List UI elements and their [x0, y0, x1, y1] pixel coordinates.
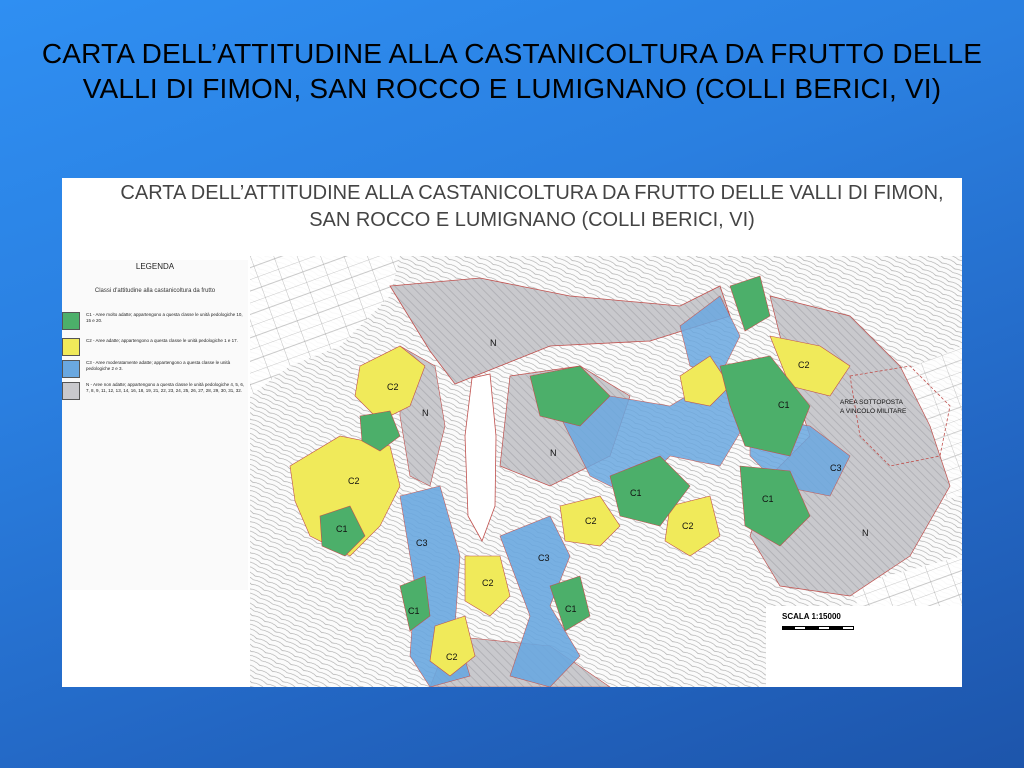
zone-label-n: N — [550, 448, 557, 458]
legend-subtitle: Classi d'attitudine alla castanicoltura … — [94, 288, 216, 294]
legend-swatch-c3 — [62, 360, 80, 378]
zone-label-c1: C1 — [336, 524, 348, 534]
legend-title: LEGENDA — [135, 262, 175, 271]
zone-label-c1: C1 — [565, 604, 577, 614]
zone-label-c2: C2 — [798, 360, 810, 370]
zone-label-c3: C3 — [416, 538, 428, 548]
zone-label-c2: C2 — [387, 382, 399, 392]
map-heading-line-2: SAN ROCCO E LUMIGNANO (COLLI BERICI, VI) — [309, 209, 755, 231]
zone-label-c2: C2 — [682, 521, 694, 531]
legend: LEGENDA Classi d'attitudine alla castani… — [62, 260, 248, 590]
zone-label-n: N — [490, 338, 497, 348]
legend-item-c1: C1 - Aree molto adatte; appartengono a q… — [62, 312, 248, 332]
zone-label-c1: C1 — [778, 400, 790, 410]
zone-label-c1: C1 — [762, 494, 774, 504]
map-heading-line-1: CARTA DELL’ATTITUDINE ALLA CASTANICOLTUR… — [120, 182, 944, 204]
legend-text-c1: C1 - Aree molto adatte; appartengono a q… — [86, 312, 243, 323]
zone-label-c3: C3 — [538, 553, 550, 563]
slide-title: CARTA DELL’ATTITUDINE ALLA CASTANICOLTUR… — [41, 38, 983, 104]
map-heading: CARTA DELL’ATTITUDINE ALLA CASTANICOLTUR… — [102, 180, 962, 234]
valley-floor — [464, 373, 497, 542]
legend-swatch-c2 — [62, 338, 80, 356]
zone-label-c1: C1 — [630, 488, 642, 498]
legend-swatch-c1 — [62, 312, 80, 330]
legend-item-c2: C2 - Aree adatte; appartengono a questa … — [62, 338, 248, 358]
map-figure: CARTA DELL’ATTITUDINE ALLA CASTANICOLTUR… — [62, 178, 962, 687]
military-area-label-line-1: AREA SOTTOPOSTA — [840, 399, 904, 406]
scale-bar — [782, 626, 854, 630]
legend-swatch-n — [62, 382, 80, 400]
legend-text-c3: C3 - Aree moderatamente adatte; apparten… — [86, 360, 231, 371]
legend-item-c3: C3 - Aree moderatamente adatte; apparten… — [62, 360, 248, 380]
legend-text-n: N - Aree non adatte; appartengono a ques… — [86, 382, 245, 393]
legend-text-c2: C2 - Aree adatte; appartengono a questa … — [86, 338, 238, 343]
scale-box: SCALA 1:15000 — [766, 606, 962, 687]
zone-label-n: N — [422, 408, 429, 418]
zone-label-c1: C1 — [408, 606, 420, 616]
legend-item-n: N - Aree non adatte; appartengono a ques… — [62, 382, 248, 402]
scale-label: SCALA 1:15000 — [782, 612, 841, 621]
zone-label-c2: C2 — [446, 652, 458, 662]
zone-label-c2: C2 — [348, 476, 360, 486]
zone-label-c2: C2 — [585, 516, 597, 526]
zone-label-c2: C2 — [482, 578, 494, 588]
military-area-label-line-2: A VINCOLO MILITARE — [840, 408, 907, 415]
zone-label-c3: C3 — [830, 463, 842, 473]
zone-label-n: N — [862, 528, 869, 538]
